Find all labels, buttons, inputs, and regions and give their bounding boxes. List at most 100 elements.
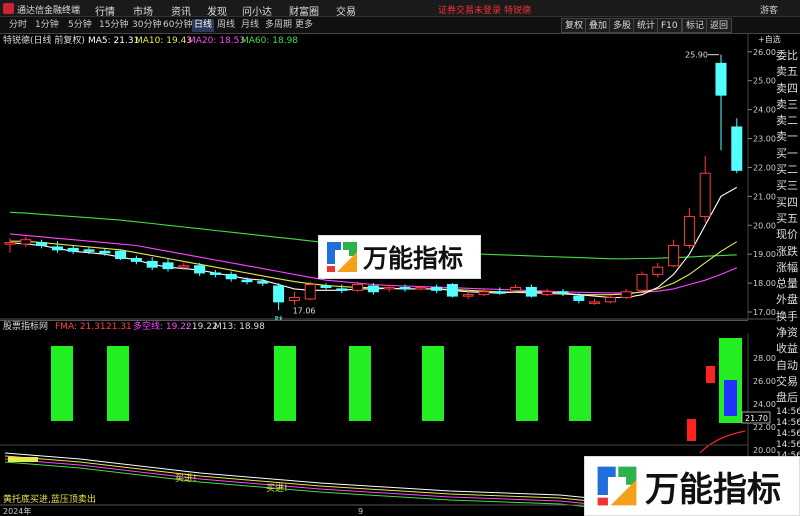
indicator-bar-red bbox=[706, 366, 715, 383]
indicator-axis-label: 24.00 bbox=[753, 400, 776, 409]
period-toolbar: 分时 1分钟 5分钟 15分钟 30分钟 60分钟 日线 周线 月线 多周期 更… bbox=[0, 17, 800, 34]
candle bbox=[699, 172, 711, 218]
side-panel-item[interactable]: 委比 bbox=[776, 48, 800, 64]
candle bbox=[115, 250, 127, 260]
band-line bbox=[4, 452, 601, 500]
side-panel-item[interactable]: 涨跌 bbox=[776, 244, 800, 260]
price-axis-label: 25.00 bbox=[753, 77, 776, 86]
side-panel-item[interactable]: 收益 bbox=[776, 341, 800, 357]
candle bbox=[557, 291, 569, 294]
login-status[interactable]: 证券交易未登录 bbox=[438, 3, 501, 16]
indicator-axis-label: 26.00 bbox=[753, 377, 776, 386]
menu-item-trade[interactable]: 交易 bbox=[336, 3, 356, 18]
tab-weekly[interactable]: 周线 bbox=[217, 19, 235, 32]
side-panel-item[interactable]: 卖三 bbox=[776, 97, 800, 113]
side-panel-item[interactable]: 14:56 bbox=[776, 418, 800, 429]
price-axis-label: 22.00 bbox=[753, 163, 776, 172]
side-panel-item[interactable]: 买五 bbox=[776, 211, 800, 227]
menu-item-quotes[interactable]: 行情 bbox=[95, 3, 115, 18]
low-price-label: 17.06 bbox=[293, 306, 316, 315]
candle bbox=[415, 286, 427, 290]
side-panel-item[interactable]: 净资 bbox=[776, 325, 800, 341]
adjust-button[interactable]: 复权 bbox=[561, 18, 588, 33]
price-axis-label: 23.00 bbox=[753, 135, 776, 144]
tab-1min[interactable]: 1分钟 bbox=[35, 19, 59, 32]
side-panel-item[interactable]: 14:56 bbox=[776, 429, 800, 440]
side-panel-item[interactable]: 卖二 bbox=[776, 113, 800, 129]
side-panel-item[interactable]: 卖五 bbox=[776, 64, 800, 80]
candle bbox=[399, 286, 411, 290]
watermark-icon bbox=[597, 466, 637, 506]
tab-60min[interactable]: 60分钟 bbox=[163, 19, 192, 32]
watermark-logo: 万能指标 bbox=[318, 235, 481, 279]
side-panel-item[interactable]: 14:56 bbox=[776, 440, 800, 451]
candle bbox=[194, 265, 206, 274]
tab-monthly[interactable]: 月线 bbox=[241, 19, 259, 32]
price-axis-label: 19.00 bbox=[753, 250, 776, 259]
stock-tag[interactable]: 特锐德 bbox=[504, 3, 531, 16]
side-panel-item[interactable]: 交易 bbox=[776, 374, 800, 390]
menu-item-ask[interactable]: 问小达 bbox=[242, 3, 272, 18]
candle bbox=[336, 288, 348, 291]
user-label[interactable]: 游客 bbox=[760, 3, 778, 16]
price-axis-label: 20.00 bbox=[753, 221, 776, 230]
side-panel-item[interactable]: 买四 bbox=[776, 195, 800, 211]
f10-button[interactable]: F10 bbox=[657, 18, 682, 33]
candle bbox=[130, 258, 142, 262]
tab-5min[interactable]: 5分钟 bbox=[68, 19, 92, 32]
menu-bar: 通达信金融终端 行情 市场 资讯 发现 问小达 财富圈 交易 证券交易未登录 特… bbox=[0, 0, 800, 18]
side-panel-item[interactable]: 买三 bbox=[776, 178, 800, 194]
side-panel-item[interactable]: 换手 bbox=[776, 309, 800, 325]
side-panel-item[interactable]: 卖一 bbox=[776, 129, 800, 145]
side-panel-item[interactable]: 涨幅 bbox=[776, 260, 800, 276]
buy-signal-label: 买进! bbox=[266, 483, 288, 494]
side-panel-item[interactable]: 买一 bbox=[776, 146, 800, 162]
candle bbox=[257, 281, 269, 284]
candle bbox=[83, 249, 95, 252]
price-axis-label: 18.00 bbox=[753, 279, 776, 288]
indicator-value-label: 21.70 bbox=[745, 414, 768, 423]
candle bbox=[67, 247, 79, 252]
side-panel-item[interactable]: 自动 bbox=[776, 358, 800, 374]
tab-30min[interactable]: 30分钟 bbox=[132, 19, 161, 32]
tab-intraday[interactable]: 分时 bbox=[9, 19, 27, 32]
candle bbox=[225, 273, 237, 280]
tab-15min[interactable]: 15分钟 bbox=[99, 19, 128, 32]
candle bbox=[4, 242, 16, 245]
side-panel-item[interactable]: 现价 bbox=[776, 227, 800, 243]
mark-button[interactable]: 标记 bbox=[682, 18, 709, 33]
stats-button[interactable]: 统计 bbox=[633, 18, 660, 33]
tab-multi-period[interactable]: 多周期 bbox=[265, 19, 292, 32]
indicator-bar-green bbox=[51, 346, 73, 421]
indicator-bar-red bbox=[687, 419, 696, 441]
side-panel-item[interactable]: 14:56 bbox=[776, 407, 800, 418]
quote-side-panel: 委比 卖五 卖四 卖三 卖二 卖一 买一 买二 买三 买四 买五 现价 涨跌 涨幅 总量 外盘 换手 净资 收益 自动… bbox=[776, 48, 800, 461]
back-button[interactable]: 返回 bbox=[706, 18, 733, 33]
candle bbox=[652, 266, 664, 275]
indicator-bar-green bbox=[349, 346, 371, 421]
multi-stock-button[interactable]: 多股 bbox=[609, 18, 636, 33]
indicator-legend: 黄托底买进,蓝压顶卖出 bbox=[3, 493, 96, 505]
candle bbox=[51, 246, 63, 251]
menu-item-discover[interactable]: 发现 bbox=[207, 3, 227, 18]
candle bbox=[367, 285, 379, 293]
candle bbox=[352, 284, 364, 291]
side-panel-item[interactable]: 总量 bbox=[776, 276, 800, 292]
side-panel-item[interactable]: 盘后 bbox=[776, 390, 800, 406]
menu-item-market[interactable]: 市场 bbox=[133, 3, 153, 18]
side-panel-item[interactable]: 卖四 bbox=[776, 81, 800, 97]
candle bbox=[668, 245, 680, 267]
candle bbox=[715, 62, 727, 96]
watermark-icon bbox=[327, 242, 357, 272]
candle bbox=[731, 126, 743, 171]
tab-daily[interactable]: 日线 bbox=[192, 19, 215, 32]
menu-item-news[interactable]: 资讯 bbox=[171, 3, 191, 18]
tab-more[interactable]: 更多 bbox=[295, 19, 313, 32]
menu-item-wealth[interactable]: 财富圈 bbox=[289, 3, 319, 18]
overlay-button[interactable]: 叠加 bbox=[585, 18, 612, 33]
indicator-axis-label: 20.00 bbox=[753, 446, 776, 455]
indicator-axis-label: 28.00 bbox=[753, 354, 776, 363]
side-panel-item[interactable]: 买二 bbox=[776, 162, 800, 178]
side-panel-item[interactable]: 外盘 bbox=[776, 292, 800, 308]
price-axis-label: 21.00 bbox=[753, 192, 776, 201]
